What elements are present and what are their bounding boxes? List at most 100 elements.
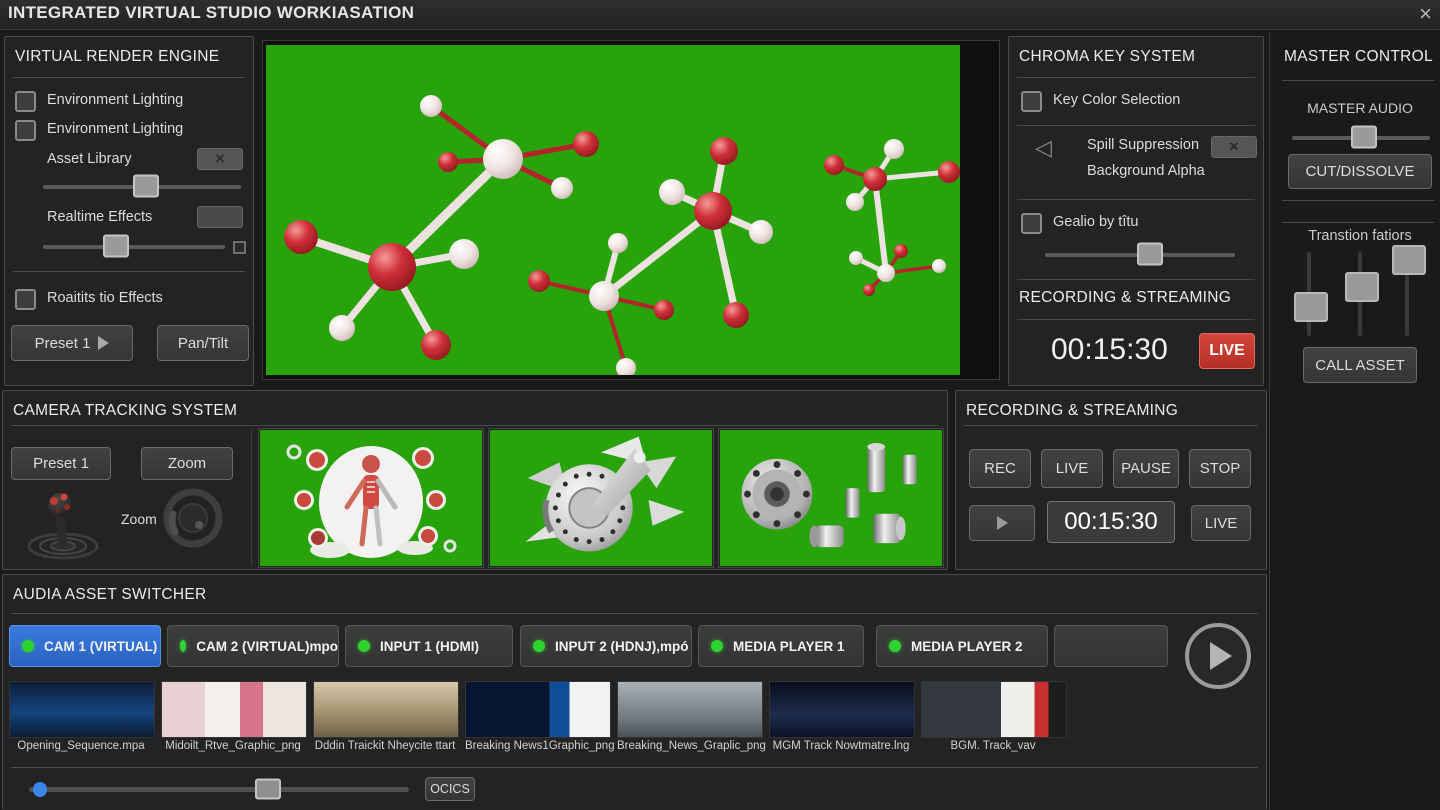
zoom-knob-label: Zoom	[121, 511, 157, 527]
slider-track[interactable]	[43, 245, 225, 249]
media-caption: MGM Track Nowtmatre.lng	[769, 740, 913, 752]
slider-handle[interactable]	[1351, 126, 1377, 149]
realtime-effects-button[interactable]	[197, 206, 243, 228]
live-button-2[interactable]: LIVE	[1191, 505, 1251, 541]
triangle-left-icon[interactable]: ◁	[1035, 135, 1052, 161]
tally-dot	[358, 640, 370, 652]
close-icon: ✕	[215, 151, 226, 167]
fader-handle[interactable]	[1345, 272, 1379, 302]
cut-dissolve-label: CUT/DISSOLVE	[1306, 163, 1415, 180]
live-button[interactable]: LIVE	[1041, 449, 1103, 488]
env-lighting-label-2: Environment Lighting	[47, 121, 183, 137]
close-icon[interactable]: ×	[1419, 1, 1432, 27]
preset-1-button[interactable]: Preset 1	[11, 325, 133, 361]
spill-close-button[interactable]: ✕	[1211, 136, 1257, 158]
cut-dissolve-button[interactable]: CUT/DISSOLVE	[1288, 154, 1432, 189]
stream-timer: 00:15:30	[1051, 333, 1168, 367]
transition-fader-1[interactable]	[1294, 252, 1324, 336]
live-badge-label: LIVE	[1209, 342, 1245, 360]
media-thumbnail-5[interactable]	[617, 681, 763, 738]
camera-preview-1[interactable]	[259, 429, 483, 567]
app-window: INTEGRATED VIRTUAL STUDIO WORKIASATION ×…	[0, 0, 1440, 810]
divider	[1017, 77, 1255, 78]
env-lighting-label-1: Environment Lighting	[47, 92, 183, 108]
media-thumbnail-1[interactable]	[9, 681, 155, 738]
camera-zoom-button[interactable]: Zoom	[141, 447, 233, 480]
slider-handle[interactable]	[103, 235, 129, 258]
media-caption: BGM. Track_vav	[921, 740, 1065, 752]
live-badge[interactable]: LIVE	[1199, 333, 1255, 369]
asset-library-close-button[interactable]: ✕	[197, 148, 243, 170]
source-input2-button[interactable]: INPUT 2 (HDNJ),mpó	[520, 625, 692, 667]
gealio-slider[interactable]	[1045, 245, 1235, 263]
divider	[1282, 222, 1434, 223]
master-audio-label: MASTER AUDIO	[1286, 100, 1434, 116]
timeline-handle[interactable]	[255, 779, 281, 800]
joystick-icon[interactable]	[17, 487, 109, 561]
slider-handle[interactable]	[1137, 243, 1163, 266]
play-icon	[1210, 642, 1232, 670]
switcher-title: AUDIA ASSET SWITCHER	[13, 586, 206, 604]
effects-option-box[interactable]	[233, 241, 246, 254]
source-label: INPUT 2 (HDNJ),mpó	[555, 639, 689, 654]
effects-checkbox-label: Roaitits tio Effects	[47, 290, 163, 306]
camera-preset-button[interactable]: Preset 1	[11, 447, 111, 480]
tally-dot	[711, 640, 723, 652]
play-button[interactable]	[969, 505, 1035, 541]
media-thumbnail-3[interactable]	[313, 681, 459, 738]
transition-fader-3[interactable]	[1392, 252, 1422, 336]
source-cam2-button[interactable]: CAM 2 (VIRTUAL)mpo	[167, 625, 339, 667]
source-media1-button[interactable]: MEDIA PLAYER 1	[698, 625, 864, 667]
tally-dot	[180, 640, 186, 652]
call-asset-label: CALL ASSET	[1315, 357, 1405, 374]
camera-preview-3[interactable]	[719, 429, 943, 567]
zoom-knob[interactable]	[161, 486, 225, 550]
transition-fader-2[interactable]	[1345, 252, 1375, 336]
media-thumbnail-4[interactable]	[465, 681, 611, 738]
source-empty-button[interactable]	[1054, 625, 1168, 667]
ocics-button[interactable]: OCICS	[425, 777, 475, 801]
machine-parts-graphic	[720, 430, 942, 566]
preset-1-label: Preset 1	[35, 335, 91, 352]
source-input1-button[interactable]: INPUT 1 (HDMI)	[345, 625, 513, 667]
divider	[251, 429, 252, 565]
master-control-title: MASTER CONTROL	[1284, 48, 1433, 66]
camera-preset-label: Preset 1	[33, 455, 89, 472]
effects-intensity-slider[interactable]	[43, 237, 225, 255]
source-media2-button[interactable]: MEDIA PLAYER 2	[876, 625, 1048, 667]
gealio-checkbox[interactable]	[1021, 213, 1042, 234]
render-quality-slider[interactable]	[43, 177, 241, 195]
rec-button[interactable]: REC	[969, 449, 1031, 488]
camera-preview-2[interactable]	[489, 429, 713, 567]
asset-library-label: Asset Library	[47, 151, 132, 167]
media-thumbnail-7[interactable]	[921, 681, 1067, 738]
media-thumbnail-2[interactable]	[161, 681, 307, 738]
source-label: CAM 1 (VIRTUAL)	[44, 639, 157, 654]
close-icon: ✕	[1229, 139, 1240, 155]
env-lighting-checkbox-2[interactable]	[15, 120, 36, 141]
fader-handle[interactable]	[1294, 292, 1328, 322]
live-label: LIVE	[1056, 460, 1089, 477]
tally-dot	[22, 640, 34, 652]
slider-handle[interactable]	[133, 175, 159, 198]
pan-tilt-button[interactable]: Pan/Tilt	[157, 325, 249, 361]
program-preview[interactable]	[262, 40, 1000, 380]
pause-button[interactable]: PAUSE	[1113, 449, 1179, 488]
camera-zoom-button-label: Zoom	[168, 455, 206, 472]
master-audio-slider[interactable]	[1292, 128, 1430, 146]
effects-checkbox[interactable]	[15, 289, 36, 310]
background-alpha-label: Background Alpha	[1087, 163, 1205, 179]
play-icon	[98, 336, 109, 350]
turbine-graphic	[490, 430, 712, 566]
key-color-checkbox[interactable]	[1021, 91, 1042, 112]
media-thumbnail-6[interactable]	[769, 681, 915, 738]
env-lighting-checkbox-1[interactable]	[15, 91, 36, 112]
asset-switcher-panel: AUDIA ASSET SWITCHER CAM 1 (VIRTUAL) CAM…	[2, 574, 1267, 810]
timeline-slider[interactable]	[29, 779, 409, 799]
master-play-button[interactable]	[1185, 623, 1251, 689]
call-asset-button[interactable]: CALL ASSET	[1303, 347, 1417, 383]
source-cam1-button[interactable]: CAM 1 (VIRTUAL)	[9, 625, 161, 667]
stop-button[interactable]: STOP	[1189, 449, 1251, 488]
divider	[11, 613, 1258, 614]
fader-handle[interactable]	[1392, 245, 1426, 275]
